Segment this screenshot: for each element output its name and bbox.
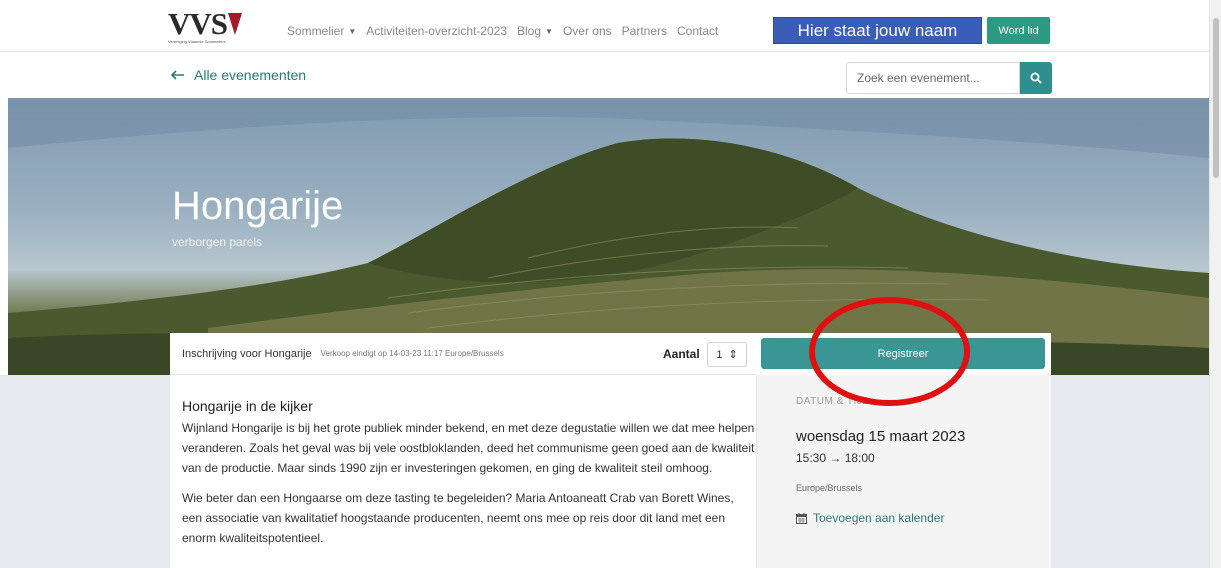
calendar-icon	[796, 512, 807, 524]
select-arrows-icon: ⇕	[728, 349, 738, 361]
description-paragraph: Wijnland Hongarije is bij het grote publ…	[182, 421, 755, 475]
search-icon	[1030, 72, 1042, 84]
event-timezone: Europe/Brussels	[796, 483, 863, 493]
event-subtitle: verborgen parels	[172, 235, 263, 249]
nav-item-over-ons[interactable]: Over ons	[563, 24, 612, 38]
nav-item-partners[interactable]: Partners	[622, 24, 667, 38]
page-scrollbar[interactable]	[1209, 0, 1221, 568]
caret-down-icon: ▼	[545, 26, 553, 36]
back-to-events-link[interactable]: Alle evenementen	[171, 67, 306, 83]
annotation-highlight-circle	[809, 297, 970, 406]
event-description: Hongarije in de kijker Wijnland Hongarij…	[182, 398, 757, 548]
nav-item-blog[interactable]: Blog ▼	[517, 24, 553, 38]
vvs-logo[interactable]: VVS Vereniging Vlaamse Sommeliers	[168, 6, 243, 46]
quantity-label: Aantal	[663, 347, 700, 361]
event-title: Hongarije	[172, 184, 344, 228]
top-navbar: VVS Vereniging Vlaamse Sommeliers Sommel…	[0, 0, 1209, 52]
description-paragraph: Wie beter dan een Hongaarse om deze tast…	[182, 491, 734, 545]
event-time: 15:30 → 18:00	[796, 451, 875, 465]
event-date: woensdag 15 maart 2023	[796, 428, 966, 445]
add-to-calendar-link[interactable]: Toevoegen aan kalender	[796, 511, 944, 525]
search-button[interactable]	[1020, 62, 1052, 94]
join-button[interactable]: Word lid	[987, 17, 1050, 44]
ticket-card: Inschrijving voor Hongarije Verkoop eind…	[170, 333, 756, 568]
user-name-box[interactable]: Hier staat jouw naam	[773, 17, 982, 44]
caret-down-icon: ▼	[348, 26, 357, 36]
nav-item-contact[interactable]: Contact	[677, 24, 718, 38]
scrollbar-thumb[interactable]	[1213, 18, 1219, 178]
sale-end-text: Verkoop eindigt op 14-03-23 11:17 Europe…	[320, 349, 504, 358]
event-subbar: Alle evenementen Zoek een evenement...	[0, 52, 1209, 98]
main-menu: Sommelier ▼ Activiteiten-overzicht-2023 …	[287, 24, 718, 38]
logo-subtitle: Vereniging Vlaamse Sommeliers	[168, 39, 226, 44]
description-heading: Hongarije in de kijker	[182, 398, 313, 414]
nav-item-activiteiten[interactable]: Activiteiten-overzicht-2023	[366, 24, 507, 38]
event-search-input[interactable]: Zoek een evenement...	[846, 62, 1020, 94]
logo-chevron-icon	[228, 13, 243, 35]
ticket-name: Inschrijving voor Hongarije	[182, 347, 312, 360]
ticket-row: Inschrijving voor Hongarije Verkoop eind…	[170, 333, 756, 375]
quantity-select[interactable]: 1 ⇕	[707, 342, 747, 367]
arrow-left-icon	[171, 70, 184, 80]
logo-text: VVS	[168, 6, 228, 41]
nav-item-sommelier[interactable]: Sommelier ▼	[287, 24, 356, 38]
